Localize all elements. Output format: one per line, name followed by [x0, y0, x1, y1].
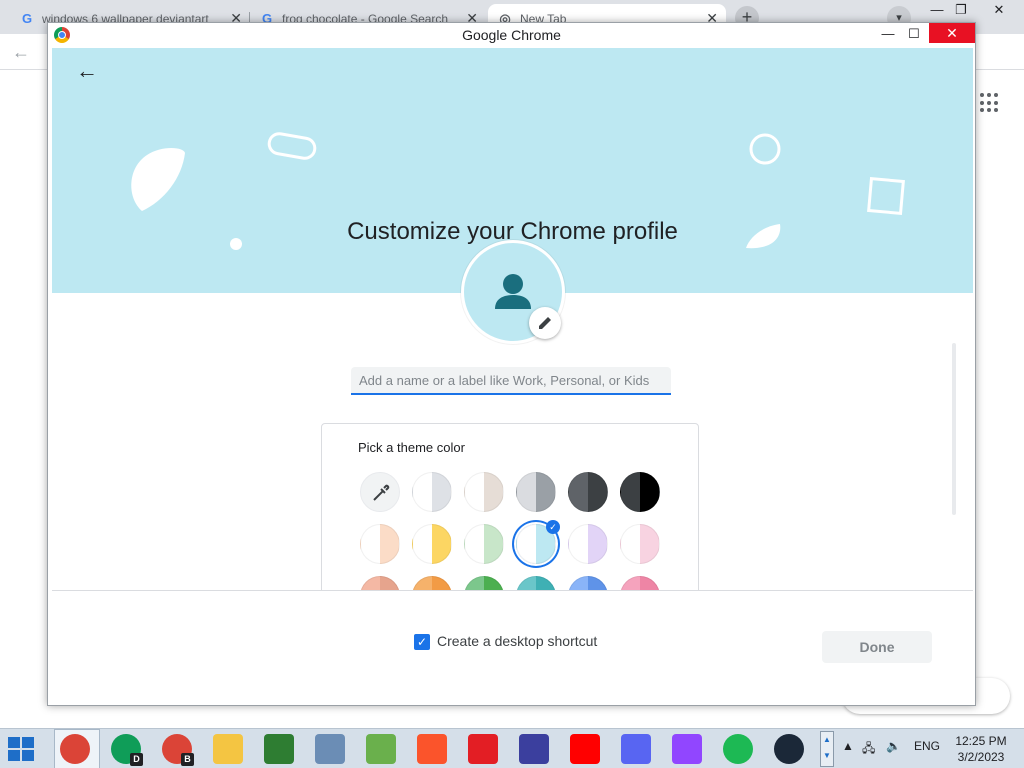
theme-color-swatch[interactable]	[412, 524, 452, 564]
dialog-scrollbar[interactable]	[952, 343, 956, 515]
theme-color-label: Pick a theme color	[358, 440, 465, 455]
theme-color-swatch[interactable]	[620, 472, 660, 512]
chrome-icon[interactable]	[60, 734, 90, 764]
google-g-icon: G	[21, 11, 33, 26]
custom-color-picker[interactable]	[360, 472, 400, 512]
profile-badge: B	[181, 753, 194, 766]
clock-date: 3/2/2023	[957, 750, 1005, 764]
decoration-shape	[131, 148, 185, 211]
language-indicator[interactable]: ENG	[914, 739, 940, 753]
dialog-footer: ✓ Create a desktop shortcut Done	[52, 590, 973, 700]
done-button[interactable]: Done	[822, 631, 932, 663]
start-button[interactable]	[8, 737, 34, 761]
brave-icon[interactable]	[417, 734, 447, 764]
decoration-shape	[267, 132, 317, 160]
profile-dialog: Google Chrome — ☐ ✕ ← Customize your Chr…	[47, 22, 976, 706]
volume-icon[interactable]: 🔈	[886, 739, 901, 753]
network-icon[interactable]: 🖧	[862, 739, 875, 760]
dialog-maximize-icon[interactable]: ☐	[900, 24, 928, 44]
file-explorer-icon[interactable]	[213, 734, 243, 764]
selected-check-icon: ✓	[546, 520, 560, 534]
show-hidden-icons-icon[interactable]: ▲	[842, 739, 854, 753]
profile-badge: D	[130, 753, 143, 766]
clock-time: 12:25 PM	[955, 734, 1007, 748]
decoration-shape	[749, 133, 781, 165]
apps-grid-icon[interactable]	[980, 93, 1000, 113]
decoration-shape	[867, 177, 905, 215]
back-arrow-icon[interactable]: ←	[12, 42, 30, 63]
theme-color-panel: Pick a theme color ✓	[321, 423, 699, 603]
pencil-icon	[539, 317, 551, 329]
chrome-profile-d-icon[interactable]: D	[111, 734, 143, 766]
system-clock[interactable]: 12:25 PM 3/2/2023	[950, 733, 1012, 765]
theme-color-swatch[interactable]	[568, 524, 608, 564]
theme-color-swatch[interactable]	[412, 472, 452, 512]
taskbar: D B ▲ ▼ ▲ 🖧 🔈 ENG 12:25 PM 3/2/2023	[0, 728, 1024, 768]
steam-icon[interactable]	[774, 734, 804, 764]
theme-color-swatch[interactable]	[360, 524, 400, 564]
theme-color-swatch[interactable]	[620, 524, 660, 564]
profile-name-input[interactable]	[351, 367, 671, 395]
dialog-titlebar: Google Chrome — ☐ ✕	[48, 23, 975, 47]
taskbar-scroll-control[interactable]: ▲ ▼	[820, 731, 834, 767]
spotify-icon[interactable]	[723, 734, 753, 764]
task-manager-icon[interactable]	[264, 734, 294, 764]
malware-bug-icon[interactable]	[519, 734, 549, 764]
eyedropper-icon	[373, 484, 390, 501]
close-window-icon[interactable]: ✕	[984, 2, 1014, 18]
desktop-shortcut-label[interactable]: Create a desktop shortcut	[437, 633, 597, 649]
restore-icon[interactable]: ❐	[946, 2, 976, 18]
theme-color-swatch[interactable]	[464, 524, 504, 564]
twitch-icon[interactable]	[672, 734, 702, 764]
theme-color-swatch[interactable]	[568, 472, 608, 512]
desktop-shortcut-checkbox[interactable]: ✓	[414, 634, 430, 650]
theme-color-swatch[interactable]	[464, 472, 504, 512]
resource-monitor-icon[interactable]	[315, 734, 345, 764]
ccleaner-icon[interactable]	[366, 734, 396, 764]
chrome-profile-b-icon[interactable]: B	[162, 734, 194, 766]
theme-color-swatch[interactable]	[516, 472, 556, 512]
yandex-icon[interactable]	[468, 734, 498, 764]
youtube-icon[interactable]	[570, 734, 600, 764]
dialog-close-button[interactable]: ✕	[929, 23, 975, 43]
dialog-window-title: Google Chrome	[462, 27, 561, 43]
discord-icon[interactable]	[621, 734, 651, 764]
edit-avatar-button[interactable]	[529, 307, 561, 339]
dialog-minimize-icon[interactable]: —	[874, 24, 902, 44]
back-arrow-icon[interactable]: ←	[76, 58, 98, 84]
